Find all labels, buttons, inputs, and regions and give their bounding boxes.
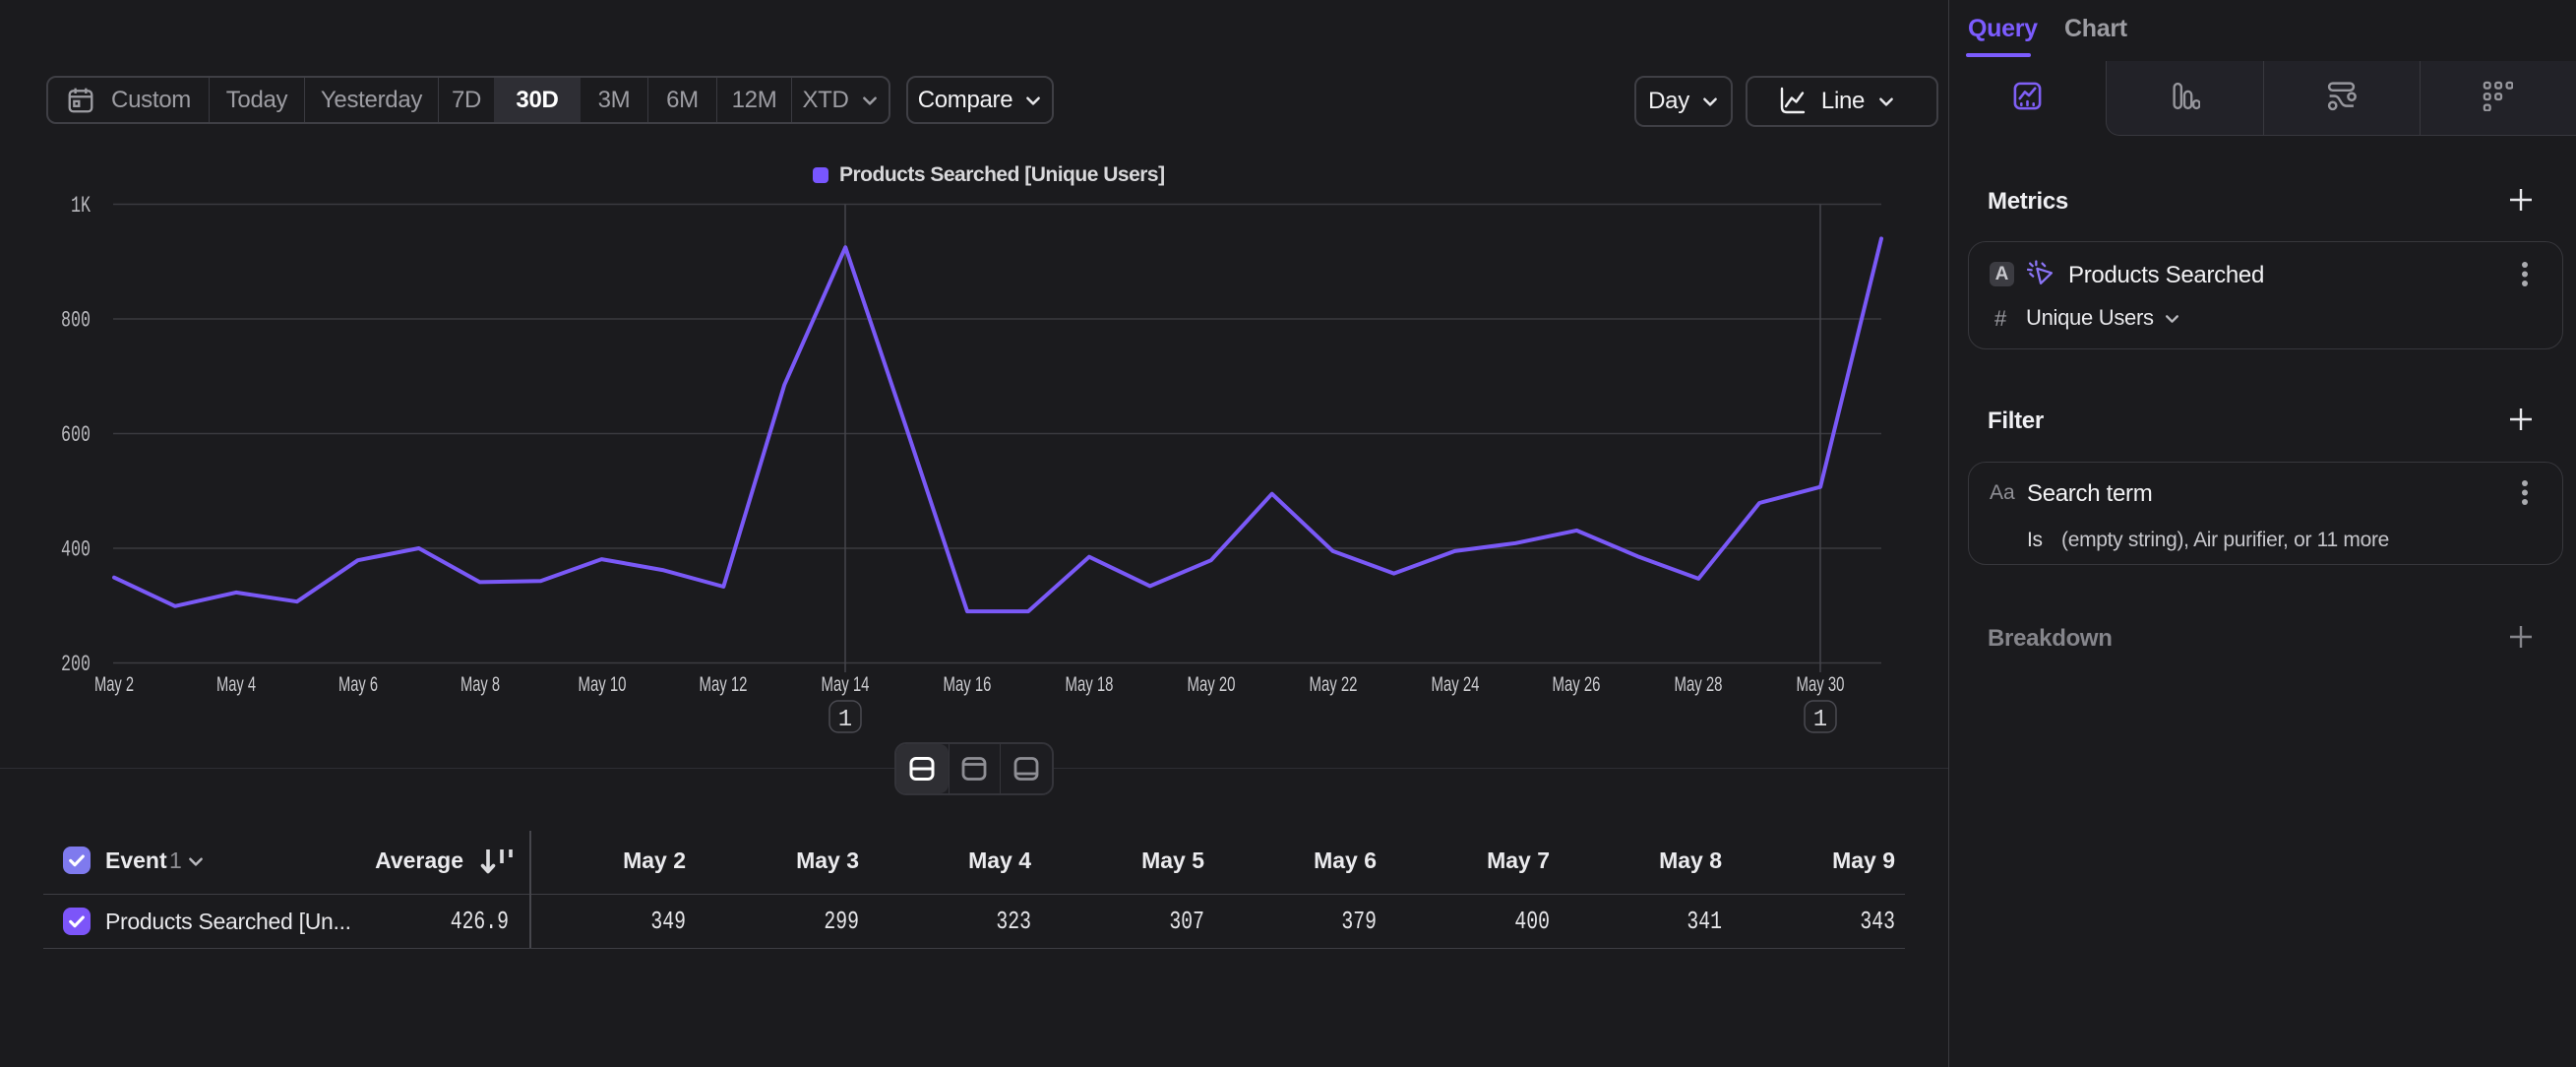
svg-text:600: 600: [61, 422, 91, 448]
svg-text:May 30: May 30: [1797, 673, 1845, 696]
svg-text:1K: 1K: [71, 193, 91, 219]
svg-text:May 22: May 22: [1310, 673, 1358, 696]
svg-text:800: 800: [61, 308, 91, 334]
svg-text:May 4: May 4: [216, 673, 256, 696]
svg-text:May 2: May 2: [94, 673, 134, 696]
svg-text:May 8: May 8: [460, 673, 500, 696]
svg-text:May 28: May 28: [1675, 673, 1723, 696]
svg-text:May 20: May 20: [1188, 673, 1236, 696]
svg-text:May 6: May 6: [338, 673, 378, 696]
svg-text:200: 200: [61, 652, 91, 677]
svg-text:1: 1: [838, 707, 852, 733]
svg-text:400: 400: [61, 537, 91, 563]
svg-text:May 24: May 24: [1432, 673, 1480, 696]
svg-text:May 26: May 26: [1553, 673, 1601, 696]
svg-text:May 18: May 18: [1066, 673, 1114, 696]
svg-text:May 16: May 16: [944, 673, 992, 696]
svg-text:May 12: May 12: [700, 673, 748, 696]
svg-text:May 10: May 10: [579, 673, 627, 696]
svg-text:May 14: May 14: [822, 673, 870, 696]
svg-text:1: 1: [1813, 707, 1827, 733]
